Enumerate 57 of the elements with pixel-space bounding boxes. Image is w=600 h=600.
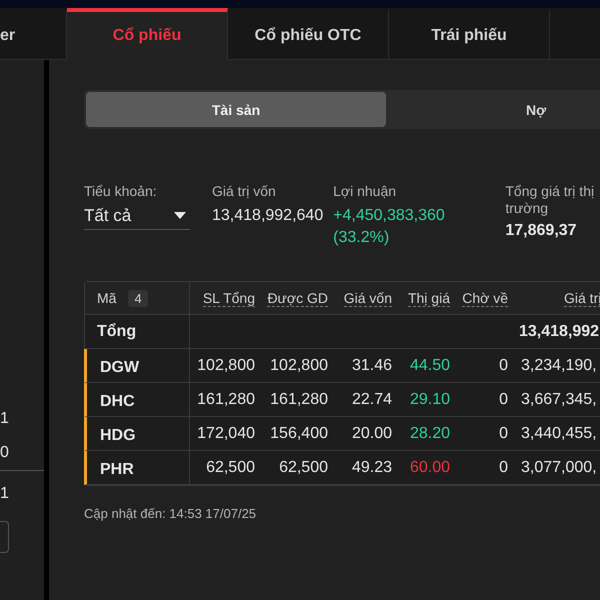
- segment-tab[interactable]: Tài sản: [86, 92, 386, 127]
- profit-percent: (33.2%): [333, 228, 390, 248]
- table-cell-text: 0: [498, 390, 509, 408]
- tab[interactable]: Trái phiếu: [389, 8, 550, 60]
- table-cell-text: 161,280: [196, 390, 256, 408]
- column-header: Thị giá: [406, 290, 451, 306]
- table-cell-text: 156,400: [269, 424, 329, 442]
- profit-label: Lợi nhuận: [333, 183, 398, 200]
- stock-code: PHR: [87, 451, 190, 484]
- table-cell-text: 62,500: [278, 458, 329, 476]
- table-cell-text: 0: [498, 458, 509, 476]
- price-cell-text: 28.20: [408, 424, 451, 442]
- segment-tab[interactable]: Nợ: [386, 92, 600, 127]
- update-time: Cập nhật đến: 14:53 17/07/25: [84, 506, 258, 521]
- table-cell-text: 62,500: [205, 458, 256, 476]
- stock-code: DGW: [87, 349, 190, 382]
- table-cell-text: 3,234,190,: [520, 356, 598, 374]
- market-label: Tổng giá trị thị trường: [505, 183, 596, 217]
- total-label: Tổng: [85, 315, 190, 348]
- account-select[interactable]: Tất cả: [84, 202, 190, 230]
- price-cell-text: 29.10: [408, 390, 451, 408]
- column-header: Giá trị: [563, 290, 600, 306]
- caret-icon: [174, 212, 186, 219]
- profit-value: +4,450,383,360: [333, 206, 446, 226]
- sidebar-value: 1: [0, 484, 9, 504]
- tab[interactable]: Cổ phiếu OTC: [228, 8, 389, 60]
- table-cell-text: 31.46: [350, 356, 393, 374]
- tab[interactable]: Cổ phiếu: [67, 8, 228, 60]
- table-cell-text: 3,077,000,: [520, 458, 598, 476]
- sidebar-value: 1: [0, 409, 9, 429]
- table-cell-text: 172,040: [196, 424, 256, 442]
- capital-value: 13,418,992,640: [212, 206, 324, 226]
- account-label: Tiểu khoản:: [84, 183, 158, 200]
- capital-label: Giá trị vốn: [212, 183, 277, 200]
- table-cell-text: 161,280: [269, 390, 329, 408]
- price-cell-text: 60.00: [408, 458, 451, 476]
- table-cell-text: 102,800: [269, 356, 329, 374]
- table-cell-text: 102,800: [196, 356, 256, 374]
- column-header: Chờ về: [461, 290, 509, 306]
- tab[interactable]: er: [0, 8, 67, 60]
- stock-code: DHC: [87, 383, 190, 416]
- column-header: Mã: [97, 290, 116, 306]
- stock-code: HDG: [87, 417, 190, 450]
- column-header: Được GD: [266, 290, 329, 306]
- count-badge: 4: [128, 290, 148, 306]
- table-cell-text: 22.74: [350, 390, 393, 408]
- table-cell-text: 0: [498, 424, 509, 442]
- table-cell-text: 0: [498, 356, 509, 374]
- table-cell-text: 3,440,455,: [520, 424, 598, 442]
- table-cell-text: 49.23: [350, 458, 393, 476]
- market-value: 17,869,37: [505, 221, 578, 241]
- column-header: SL Tổng: [202, 290, 256, 306]
- table-cell-text: 20.00: [350, 424, 393, 442]
- table-cell-text: 3,667,345,: [520, 390, 598, 408]
- total-value: 13,418,992,: [518, 322, 600, 340]
- column-header: Giá vốn: [342, 290, 393, 306]
- price-cell-text: 44.50: [408, 356, 451, 374]
